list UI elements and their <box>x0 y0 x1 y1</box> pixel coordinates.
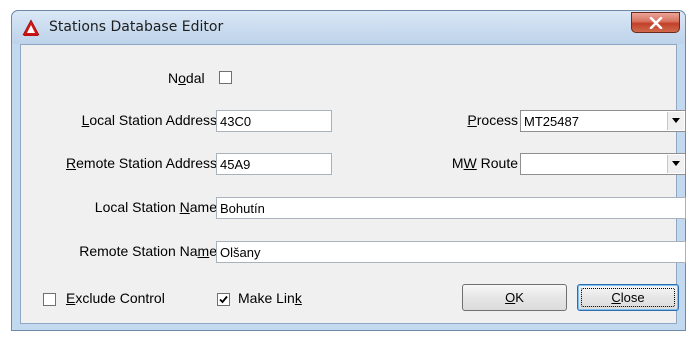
remote-station-address-input[interactable]: 45A9 <box>216 153 332 175</box>
remote-station-address-label: Remote Station Address <box>66 155 217 171</box>
make-link-checkbox[interactable] <box>217 293 230 306</box>
remote-station-name-input[interactable]: Olšany <box>216 241 686 263</box>
focus-rectangle <box>581 288 675 307</box>
remote-station-name-label: Remote Station Name <box>79 243 217 259</box>
mw-route-label: MW Route <box>451 155 518 171</box>
dialog-client-area: Nodal Local Station Address 43C0 Process… <box>20 44 686 324</box>
process-select[interactable]: MT25487 <box>520 110 686 132</box>
exclude-control-label[interactable]: Exclude Control <box>66 290 165 307</box>
local-station-name-input[interactable]: Bohutín <box>216 197 686 219</box>
checkmark-icon <box>219 295 228 304</box>
window-close-button[interactable] <box>631 12 680 33</box>
process-select-value: MT25487 <box>524 114 579 129</box>
process-label: Process <box>467 112 518 128</box>
mw-route-select[interactable] <box>520 153 686 175</box>
local-station-address-input[interactable]: 43C0 <box>216 110 332 132</box>
exclude-control-checkbox[interactable] <box>43 293 56 306</box>
local-station-address-label: Local Station Address <box>81 112 217 128</box>
window-title: Stations Database Editor <box>49 19 224 35</box>
warning-triangle-logo-icon <box>22 19 40 37</box>
mw-route-dropdown-button[interactable] <box>667 155 684 173</box>
nodal-label: Nodal <box>168 70 205 86</box>
dialog-window: Stations Database Editor Nodal Local Sta… <box>11 10 686 331</box>
local-station-name-label: Local Station Name <box>94 199 217 215</box>
make-link-label[interactable]: Make Link <box>238 290 302 307</box>
title-bar[interactable]: Stations Database Editor <box>12 11 685 44</box>
chevron-down-icon <box>672 118 680 123</box>
chevron-down-icon <box>672 161 680 166</box>
ok-button[interactable]: OK <box>462 284 567 311</box>
nodal-checkbox[interactable] <box>219 71 232 84</box>
close-button[interactable]: Close <box>577 284 679 311</box>
x-close-icon <box>649 17 663 29</box>
process-dropdown-button[interactable] <box>667 112 684 130</box>
